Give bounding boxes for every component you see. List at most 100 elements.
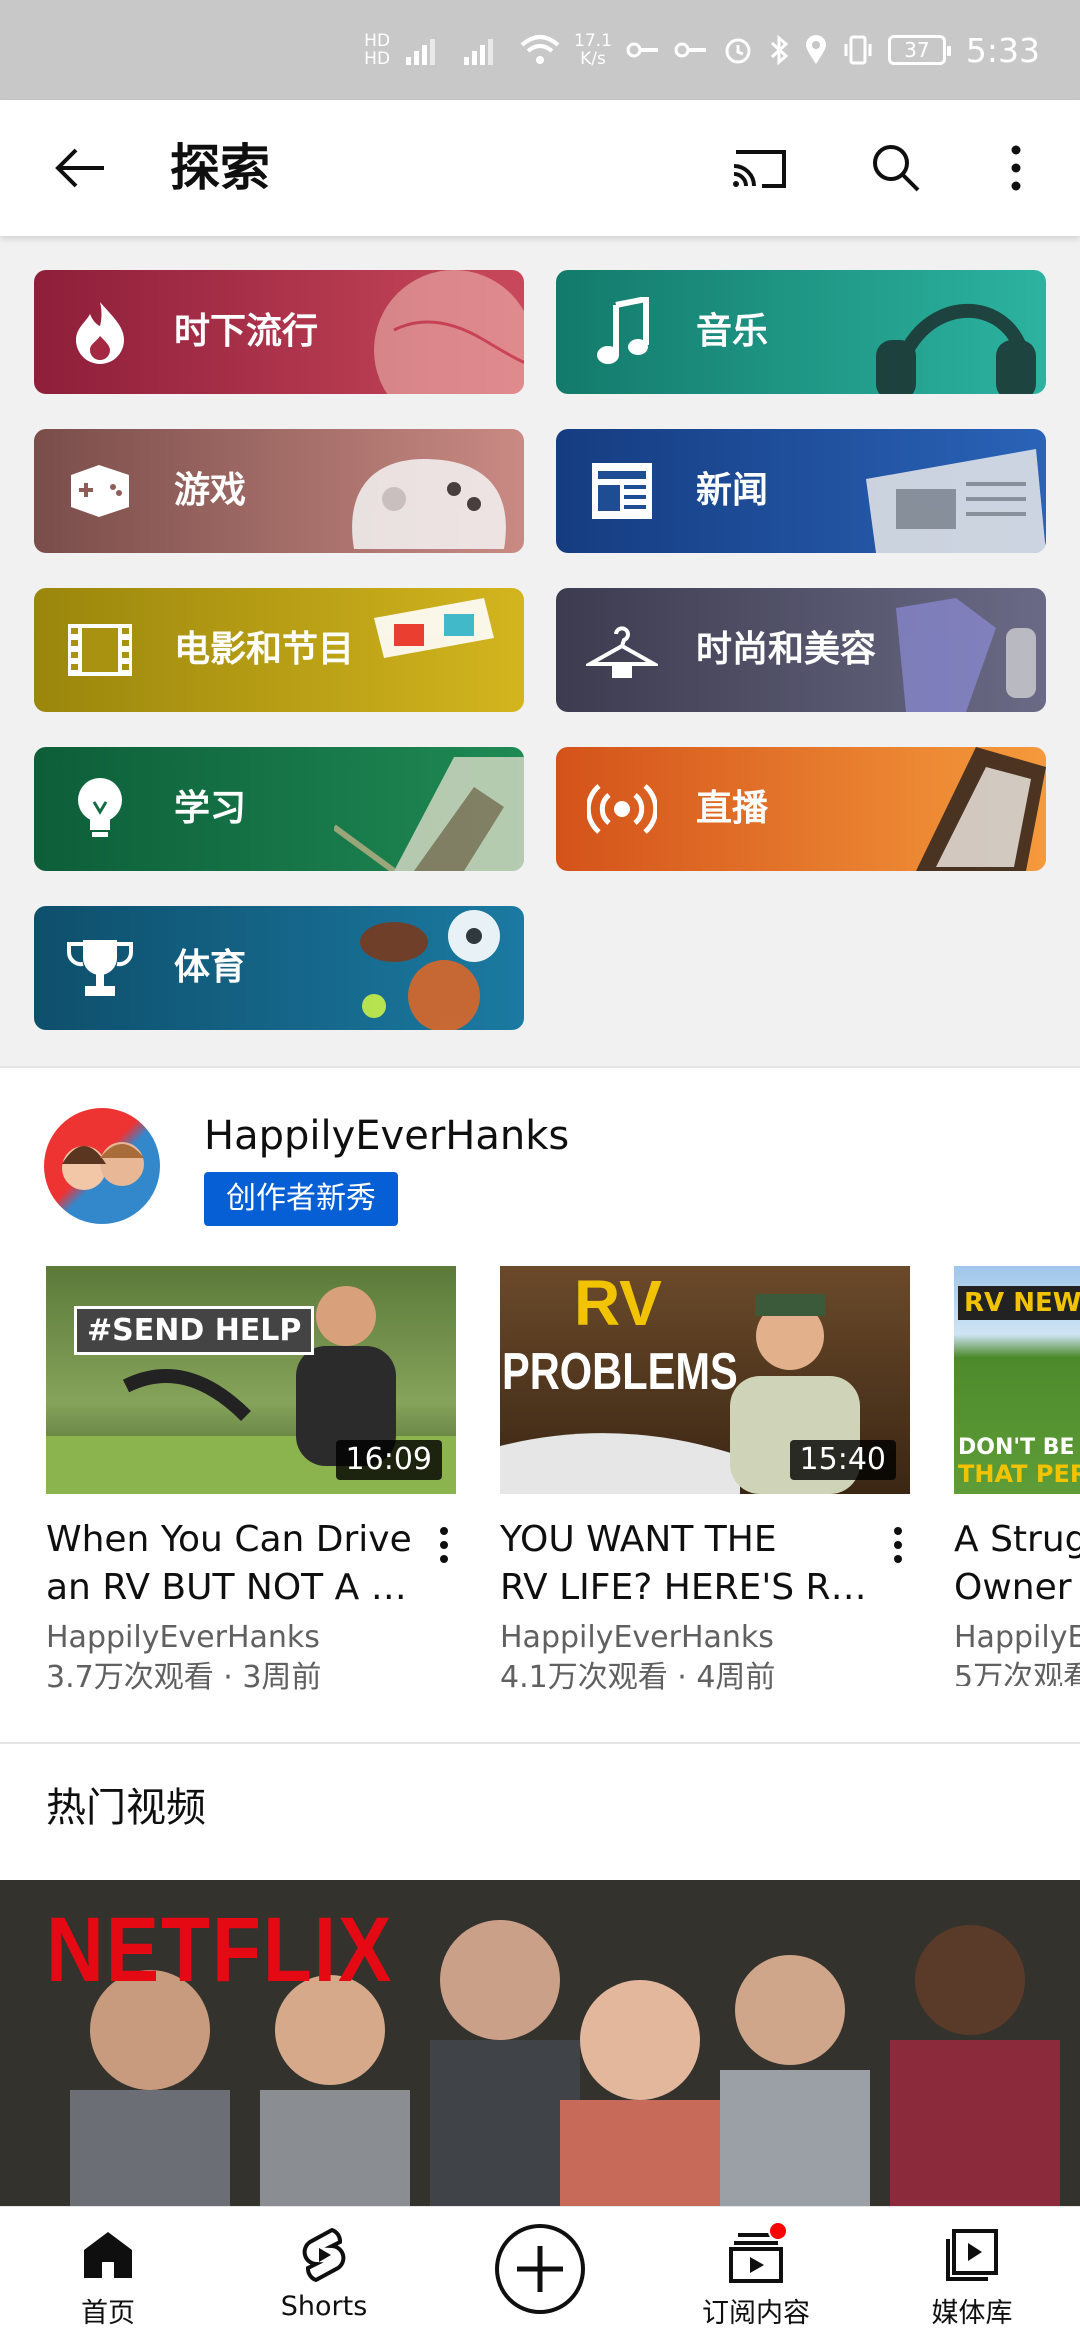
video-stats: 4.1万次观看 · 4周前 bbox=[500, 1660, 776, 1695]
clothes-decoration bbox=[896, 598, 1036, 712]
music-note-icon bbox=[586, 296, 658, 368]
cast-button[interactable] bbox=[720, 132, 800, 204]
status-icons: HD HD 17.1 K/s 37 5:33 bbox=[364, 24, 1040, 76]
video-card[interactable]: RV NEW DON'T BE THAT PERS A Strug Owner … bbox=[954, 1266, 1080, 1686]
thumbnail-caption: #SEND HELP bbox=[74, 1306, 315, 1355]
paper-decoration bbox=[334, 757, 524, 871]
bluetooth-icon bbox=[770, 34, 789, 66]
category-grid: 时下流行 音乐 游戏 新闻 电影和节目 时尚和美容 学习 直播 体育 bbox=[0, 236, 1080, 1068]
nav-label: Shorts bbox=[280, 2291, 368, 2322]
thumbnail-caption: RV bbox=[574, 1267, 662, 1339]
broadcast-icon bbox=[586, 773, 658, 845]
video-title[interactable]: When You Can Drive an RV BUT NOT A L… bbox=[46, 1516, 426, 1612]
key-icon bbox=[626, 42, 658, 58]
notification-dot bbox=[768, 2221, 788, 2241]
nav-library[interactable]: 媒体库 bbox=[892, 2207, 1052, 2338]
category-movies-shows[interactable]: 电影和节目 bbox=[34, 588, 524, 712]
category-label: 直播 bbox=[696, 788, 769, 829]
trending-video-thumbnail[interactable]: NETFLIX bbox=[0, 1880, 1080, 2206]
category-label: 电影和节目 bbox=[174, 629, 355, 670]
section-divider bbox=[0, 1742, 1080, 1744]
video-stats: 3.7万次观看 · 3周前 bbox=[46, 1660, 322, 1695]
nav-create[interactable] bbox=[460, 2207, 620, 2338]
back-arrow-icon bbox=[55, 148, 104, 188]
flame-icon bbox=[64, 296, 136, 368]
category-live[interactable]: 直播 bbox=[556, 747, 1046, 871]
video-title[interactable]: YOU WANT THE RV LIFE? HERE'S R… bbox=[500, 1516, 880, 1612]
creator-name[interactable]: HappilyEverHanks bbox=[204, 1108, 569, 1164]
shorts-icon bbox=[294, 2225, 354, 2285]
clock: 5:33 bbox=[965, 30, 1040, 70]
video-duration: 15:40 bbox=[789, 1440, 896, 1480]
category-fashion-beauty[interactable]: 时尚和美容 bbox=[556, 588, 1046, 712]
key-icon-2 bbox=[674, 42, 706, 58]
video-meta: HappilyEverHanks 3.7万次观看 · 3周前 bbox=[46, 1618, 456, 1698]
headphones-decoration bbox=[876, 303, 1036, 394]
video-card[interactable]: #SEND HELP 16:09 When You Can Drive an R… bbox=[46, 1266, 456, 1695]
library-icon bbox=[942, 2225, 1002, 2285]
gamepad-icon bbox=[64, 455, 136, 527]
video-more-button[interactable] bbox=[424, 1520, 464, 1570]
alarm-icon bbox=[725, 38, 751, 64]
trophy-icon bbox=[64, 932, 136, 1004]
video-channel: HappilyEverHanks bbox=[500, 1620, 774, 1655]
video-duration: 16:09 bbox=[335, 1440, 442, 1480]
category-label: 音乐 bbox=[696, 311, 769, 352]
location-icon bbox=[805, 35, 826, 64]
avatar[interactable] bbox=[44, 1108, 160, 1224]
category-sports[interactable]: 体育 bbox=[34, 906, 524, 1030]
video-title[interactable]: A Strug Owner bbox=[954, 1516, 1080, 1612]
network-speed: 17.1 K/s bbox=[574, 31, 612, 69]
search-icon bbox=[873, 145, 920, 192]
search-button[interactable] bbox=[856, 132, 936, 204]
thumbnail-caption: RV NEW bbox=[958, 1286, 1080, 1320]
more-options-button[interactable] bbox=[976, 132, 1056, 204]
category-music[interactable]: 音乐 bbox=[556, 270, 1046, 394]
category-learning[interactable]: 学习 bbox=[34, 747, 524, 871]
page-title: 探索 bbox=[170, 139, 270, 197]
category-label: 新闻 bbox=[696, 470, 769, 511]
video-more-button[interactable] bbox=[878, 1520, 918, 1570]
3d-glasses-decoration bbox=[374, 598, 494, 658]
globe-decoration bbox=[374, 270, 524, 394]
phone-decoration bbox=[916, 747, 1046, 871]
category-label: 学习 bbox=[174, 788, 247, 829]
bottom-navigation: 首页 Shorts 订阅内容 媒体库 bbox=[0, 2206, 1080, 2338]
category-trending[interactable]: 时下流行 bbox=[34, 270, 524, 394]
category-news[interactable]: 新闻 bbox=[556, 429, 1046, 553]
controller-decoration bbox=[352, 459, 506, 549]
creator-spotlight: HappilyEverHanks 创作者新秀 #SEND HELP 16:09 … bbox=[0, 1068, 1080, 1744]
back-button[interactable] bbox=[40, 132, 120, 204]
create-plus-icon bbox=[492, 2221, 588, 2317]
video-card[interactable]: RV PROBLEMS 15:40 YOU WANT THE RV LIFE? … bbox=[500, 1266, 910, 1695]
signal-icon-2 bbox=[464, 39, 494, 65]
video-meta: HappilyEverHanks 4.1万次观看 · 4周前 bbox=[500, 1618, 910, 1698]
category-gaming[interactable]: 游戏 bbox=[34, 429, 524, 553]
thumbnail-caption-2: DON'T BE bbox=[958, 1435, 1075, 1460]
video-thumbnail[interactable]: RV PROBLEMS 15:40 bbox=[500, 1266, 910, 1494]
category-label: 时下流行 bbox=[174, 311, 319, 352]
video-thumbnail[interactable]: RV NEW DON'T BE THAT PERS bbox=[954, 1266, 1080, 1494]
category-label: 游戏 bbox=[174, 470, 247, 511]
nav-home[interactable]: 首页 bbox=[28, 2207, 188, 2338]
video-channel: HappilyEverHanks bbox=[46, 1620, 320, 1655]
thumbnail-caption-3: THAT PERS bbox=[958, 1460, 1080, 1488]
lightbulb-icon bbox=[64, 773, 136, 845]
thumbnail-caption-2: PROBLEMS bbox=[502, 1343, 738, 1401]
more-vert-icon bbox=[440, 1527, 448, 1563]
status-bar: HD HD 17.1 K/s 37 5:33 bbox=[0, 0, 1080, 100]
video-stats: 5万次观看 bbox=[954, 1660, 1080, 1686]
category-label: 时尚和美容 bbox=[696, 629, 877, 670]
video-channel: HappilyE bbox=[954, 1620, 1080, 1655]
section-title: 热门视频 bbox=[46, 1785, 206, 1831]
video-meta: HappilyE 5万次观看 bbox=[954, 1618, 1080, 1686]
film-strip-icon bbox=[64, 614, 136, 686]
vibrate-icon bbox=[844, 35, 872, 65]
category-label: 体育 bbox=[174, 947, 247, 988]
cast-icon bbox=[733, 150, 786, 188]
nav-shorts[interactable]: Shorts bbox=[244, 2207, 404, 2338]
video-thumbnail[interactable]: #SEND HELP 16:09 bbox=[46, 1266, 456, 1494]
nav-subscriptions[interactable]: 订阅内容 bbox=[676, 2207, 836, 2338]
newspaper-icon bbox=[586, 455, 658, 527]
creator-badge: 创作者新秀 bbox=[204, 1172, 398, 1226]
